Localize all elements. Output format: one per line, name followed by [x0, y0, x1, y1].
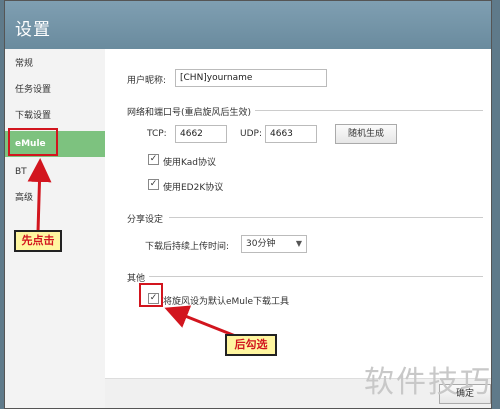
arrow-to-emule	[27, 158, 52, 233]
then-check-callout: 后勾选	[225, 334, 277, 356]
arrow-to-checkbox	[164, 305, 239, 339]
watermark: 软件技巧	[364, 365, 492, 400]
first-click-callout: 先点击	[14, 230, 62, 252]
